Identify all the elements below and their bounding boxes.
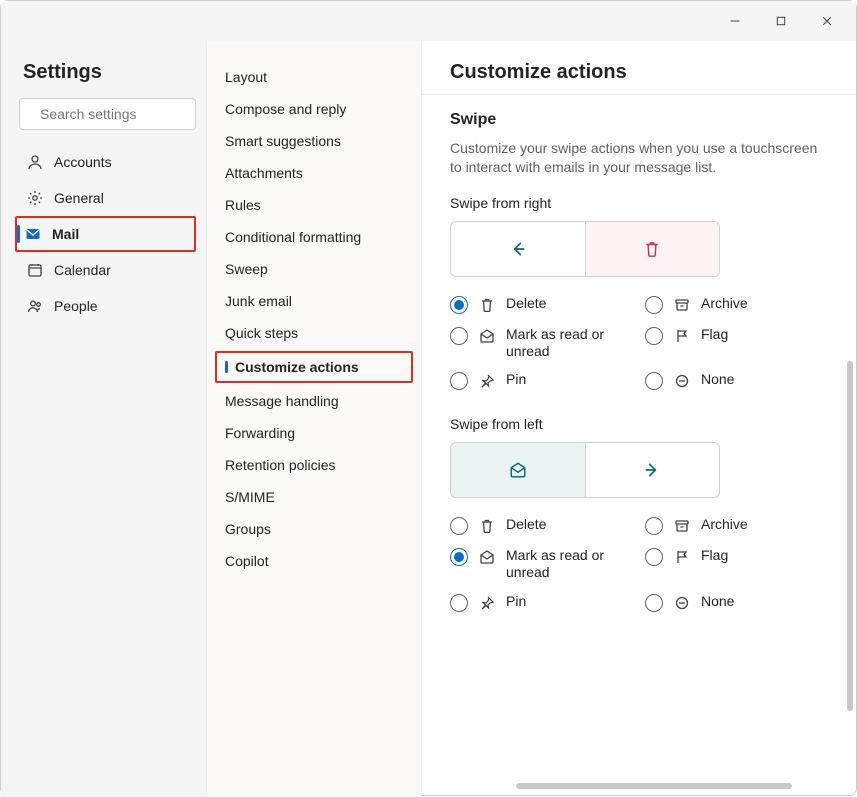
content-pane: Customize actions Swipe Customize your s… xyxy=(421,41,856,797)
radio-icon xyxy=(450,517,468,535)
archive-icon xyxy=(673,517,691,535)
sidebar-item-mail[interactable]: Mail xyxy=(15,216,196,252)
trash-icon xyxy=(643,240,661,258)
subnav-retention-policies[interactable]: Retention policies xyxy=(207,449,421,481)
swipe-left-preview-forward xyxy=(586,443,720,497)
radio-icon xyxy=(645,327,663,345)
swipe-left-label: Swipe from left xyxy=(450,416,828,432)
swipe-right-preview-action xyxy=(586,222,720,276)
radio-icon xyxy=(645,548,663,566)
radio-selected-icon xyxy=(450,296,468,314)
sidebar-item-label: Mail xyxy=(52,226,79,242)
swipe-right-option-markread[interactable]: Mark as read or unread xyxy=(450,326,625,360)
sidebar-item-label: People xyxy=(54,298,98,314)
window-close-button[interactable] xyxy=(804,5,850,37)
trash-icon xyxy=(478,517,496,535)
swipe-right-option-none[interactable]: None xyxy=(645,371,820,390)
mail-settings-subnav: Layout Compose and reply Smart suggestio… xyxy=(206,41,421,797)
window-titlebar xyxy=(1,1,856,41)
subnav-layout[interactable]: Layout xyxy=(207,61,421,93)
swipe-right-preview xyxy=(450,221,720,277)
subnav-conditional-formatting[interactable]: Conditional formatting xyxy=(207,221,421,253)
radio-icon xyxy=(450,372,468,390)
trash-icon xyxy=(478,296,496,314)
gear-icon xyxy=(27,190,43,206)
swipe-left-option-flag[interactable]: Flag xyxy=(645,547,820,581)
subnav-groups[interactable]: Groups xyxy=(207,513,421,545)
swipe-left-options: Delete Archive Mark as read or unread Fl… xyxy=(450,516,820,612)
pin-icon xyxy=(478,372,496,390)
flag-icon xyxy=(673,327,691,345)
horizontal-scrollbar[interactable] xyxy=(482,783,826,793)
swipe-right-option-archive[interactable]: Archive xyxy=(645,295,820,314)
swipe-description: Customize your swipe actions when you us… xyxy=(450,139,828,177)
swipe-right-preview-back xyxy=(451,222,585,276)
mail-open-icon xyxy=(478,327,496,345)
radio-icon xyxy=(645,594,663,612)
subnav-customize-actions[interactable]: Customize actions xyxy=(215,351,413,383)
sidebar-item-label: Calendar xyxy=(54,262,111,278)
window-maximize-button[interactable] xyxy=(758,5,804,37)
archive-icon xyxy=(673,296,691,314)
sidebar-item-accounts[interactable]: Accounts xyxy=(19,144,196,180)
sidebar-item-calendar[interactable]: Calendar xyxy=(19,252,196,288)
flag-icon xyxy=(673,548,691,566)
subnav-quick-steps[interactable]: Quick steps xyxy=(207,317,421,349)
arrow-left-icon xyxy=(509,240,527,258)
radio-icon xyxy=(645,296,663,314)
subnav-message-handling[interactable]: Message handling xyxy=(207,385,421,417)
radio-icon xyxy=(450,594,468,612)
search-settings[interactable] xyxy=(19,98,196,130)
swipe-left-preview-action xyxy=(451,443,585,497)
radio-icon xyxy=(645,517,663,535)
arrow-right-icon xyxy=(643,461,661,479)
people-icon xyxy=(27,298,43,314)
sidebar-item-label: Accounts xyxy=(54,154,112,170)
content-title: Customize actions xyxy=(422,41,856,95)
vertical-scrollbar[interactable] xyxy=(847,361,853,711)
settings-title: Settings xyxy=(23,61,196,84)
swipe-left-option-pin[interactable]: Pin xyxy=(450,593,625,612)
radio-icon xyxy=(645,372,663,390)
subnav-smart-suggestions[interactable]: Smart suggestions xyxy=(207,125,421,157)
swipe-left-preview xyxy=(450,442,720,498)
window-minimize-button[interactable] xyxy=(712,5,758,37)
swipe-left-option-archive[interactable]: Archive xyxy=(645,516,820,535)
calendar-icon xyxy=(27,262,43,278)
sidebar-item-people[interactable]: People xyxy=(19,288,196,324)
swipe-left-option-none[interactable]: None xyxy=(645,593,820,612)
subnav-forwarding[interactable]: Forwarding xyxy=(207,417,421,449)
subnav-smime[interactable]: S/MIME xyxy=(207,481,421,513)
swipe-left-option-delete[interactable]: Delete xyxy=(450,516,625,535)
swipe-right-option-delete[interactable]: Delete xyxy=(450,295,625,314)
subnav-junk-email[interactable]: Junk email xyxy=(207,285,421,317)
subnav-copilot[interactable]: Copilot xyxy=(207,545,421,577)
settings-sidebar: Settings Accounts General Mail Calendar xyxy=(1,41,206,797)
swipe-right-label: Swipe from right xyxy=(450,195,828,211)
subnav-compose-reply[interactable]: Compose and reply xyxy=(207,93,421,125)
person-icon xyxy=(27,154,43,170)
none-icon xyxy=(673,594,691,612)
pin-icon xyxy=(478,594,496,612)
subnav-attachments[interactable]: Attachments xyxy=(207,157,421,189)
subnav-rules[interactable]: Rules xyxy=(207,189,421,221)
none-icon xyxy=(673,372,691,390)
search-input[interactable] xyxy=(38,105,223,123)
swipe-heading: Swipe xyxy=(450,111,828,129)
sidebar-item-label: General xyxy=(54,190,104,206)
swipe-right-option-pin[interactable]: Pin xyxy=(450,371,625,390)
radio-icon xyxy=(450,327,468,345)
sidebar-item-general[interactable]: General xyxy=(19,180,196,216)
swipe-left-option-markread[interactable]: Mark as read or unread xyxy=(450,547,625,581)
subnav-sweep[interactable]: Sweep xyxy=(207,253,421,285)
mail-open-icon xyxy=(509,461,527,479)
mail-icon xyxy=(25,226,41,242)
swipe-right-options: Delete Archive Mark as read or unread Fl… xyxy=(450,295,820,391)
radio-selected-icon xyxy=(450,548,468,566)
mail-open-icon xyxy=(478,548,496,566)
swipe-right-option-flag[interactable]: Flag xyxy=(645,326,820,360)
